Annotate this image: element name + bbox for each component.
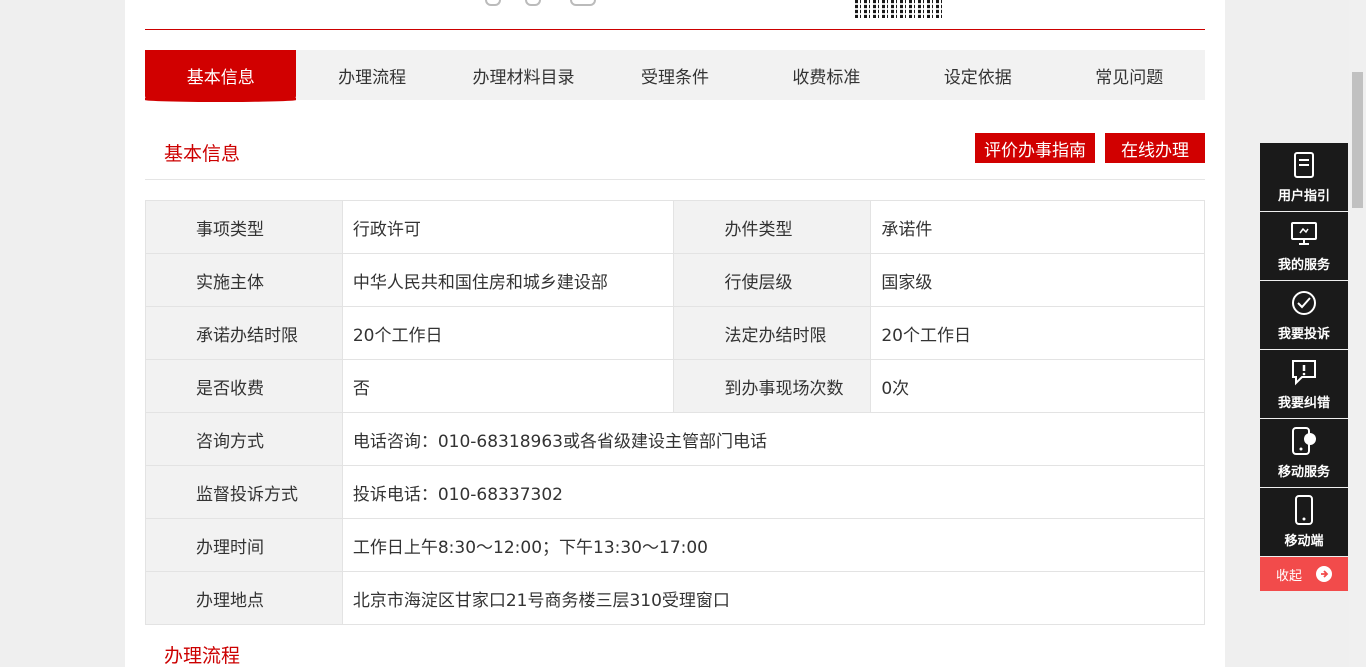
row-value: 20个工作日 (870, 306, 1205, 360)
row-value: 20个工作日 (341, 306, 675, 360)
mobile-cloud-icon (1290, 427, 1318, 455)
row-label: 实施主体 (145, 253, 343, 307)
table-row: 监督投诉方式 投诉电话：010-68337302 (145, 465, 1206, 519)
section-title: 基本信息 (164, 143, 241, 165)
basic-info-table: 事项类型 行政许可 办件类型 承诺件 实施主体 中华人民共和国住房和城乡建设部 … (145, 200, 1206, 625)
process-section-title: 办理流程 (164, 645, 241, 667)
section-header: 基本信息 评价办事指南 在线办理 (145, 120, 1205, 180)
row-value: 否 (341, 359, 675, 413)
table-row: 是否收费 否 到办事现场次数 0次 (145, 359, 1205, 413)
table-row: 实施主体 中华人民共和国住房和城乡建设部 行使层级 国家级 (145, 253, 1205, 307)
row-value: 北京市海淀区甘家口21号商务楼三层310受理窗口 (341, 571, 1206, 625)
side-item-label: 移动服务 (1277, 465, 1330, 480)
document-icon (1290, 151, 1318, 179)
row-value: 工作日上午8:30～12:00；下午13:30～17:00 (341, 518, 1206, 572)
bookmark-icon[interactable] (525, 0, 541, 6)
tab-fees[interactable]: 收费标准 (751, 50, 902, 100)
side-item-label: 我要投诉 (1277, 327, 1330, 342)
row-label: 事项类型 (145, 200, 343, 254)
arrow-right-icon (1316, 566, 1332, 582)
evaluate-guide-button[interactable]: 评价办事指南 (975, 133, 1095, 163)
tab-process[interactable]: 办理流程 (296, 50, 447, 100)
row-value: 0次 (870, 359, 1205, 413)
tab-materials[interactable]: 办理材料目录 (448, 50, 599, 100)
row-value: 投诉电话：010-68337302 (341, 465, 1206, 519)
row-label: 咨询方式 (145, 412, 343, 466)
row-label: 监督投诉方式 (145, 465, 343, 519)
row-value: 国家级 (870, 253, 1205, 307)
vertical-scrollbar[interactable] (1349, 0, 1366, 667)
zoom-icon[interactable] (570, 0, 596, 6)
phone-icon (1290, 495, 1318, 525)
online-apply-button[interactable]: 在线办理 (1105, 133, 1205, 163)
tab-faq[interactable]: 常见问题 (1054, 50, 1205, 100)
row-label: 办理地点 (145, 571, 343, 625)
scrollbar-thumb[interactable] (1352, 72, 1363, 208)
complaint-check-icon (1290, 289, 1318, 317)
row-label: 承诺办结时限 (145, 306, 343, 360)
row-label: 法定办结时限 (673, 306, 872, 360)
qr-code (855, 0, 943, 18)
exclamation-chat-icon (1290, 358, 1318, 386)
side-item-mobile-app[interactable]: 移动端 (1260, 488, 1348, 556)
share-icon[interactable] (485, 0, 501, 6)
tab-basis[interactable]: 设定依据 (902, 50, 1053, 100)
table-row: 咨询方式 电话咨询：010-68318963或各省级建设主管部门电话 (145, 412, 1206, 466)
floating-side-panel: 用户指引 我的服务 我要投诉 我要纠错 移动服务 移动端 收起 (1260, 143, 1348, 591)
side-item-user-guide[interactable]: 用户指引 (1260, 143, 1348, 211)
collapse-label: 收起 (1275, 568, 1302, 584)
tab-bar: 基本信息 办理流程 办理材料目录 受理条件 收费标准 设定依据 常见问题 (145, 50, 1205, 102)
row-label: 到办事现场次数 (673, 359, 872, 413)
row-value: 电话咨询：010-68318963或各省级建设主管部门电话 (341, 412, 1206, 466)
tab-basic-info[interactable]: 基本信息 (145, 50, 297, 102)
table-row: 办理地点 北京市海淀区甘家口21号商务楼三层310受理窗口 (145, 571, 1206, 625)
row-label: 办件类型 (673, 200, 872, 254)
row-label: 是否收费 (145, 359, 343, 413)
table-row: 承诺办结时限 20个工作日 法定办结时限 20个工作日 (145, 306, 1205, 360)
side-item-label: 用户指引 (1277, 189, 1330, 204)
header-strip (145, 0, 1205, 30)
tab-conditions[interactable]: 受理条件 (599, 50, 750, 100)
side-item-my-service[interactable]: 我的服务 (1260, 212, 1348, 280)
row-value: 行政许可 (341, 200, 675, 254)
row-label: 行使层级 (673, 253, 872, 307)
collapse-button[interactable]: 收起 (1260, 557, 1348, 591)
row-label: 办理时间 (145, 518, 343, 572)
side-item-mobile-service[interactable]: 移动服务 (1260, 419, 1348, 487)
row-value: 中华人民共和国住房和城乡建设部 (341, 253, 675, 307)
monitor-icon (1290, 220, 1318, 248)
side-item-complaint[interactable]: 我要投诉 (1260, 281, 1348, 349)
row-value: 承诺件 (870, 200, 1205, 254)
side-item-label: 移动端 (1284, 534, 1324, 549)
main-content: 基本信息 办理流程 办理材料目录 受理条件 收费标准 设定依据 常见问题 基本信… (125, 0, 1225, 667)
side-item-label: 我要纠错 (1277, 396, 1330, 411)
side-item-label: 我的服务 (1277, 258, 1330, 273)
table-row: 事项类型 行政许可 办件类型 承诺件 (145, 200, 1205, 254)
table-row: 办理时间 工作日上午8:30～12:00；下午13:30～17:00 (145, 518, 1206, 572)
side-item-correction[interactable]: 我要纠错 (1260, 350, 1348, 418)
